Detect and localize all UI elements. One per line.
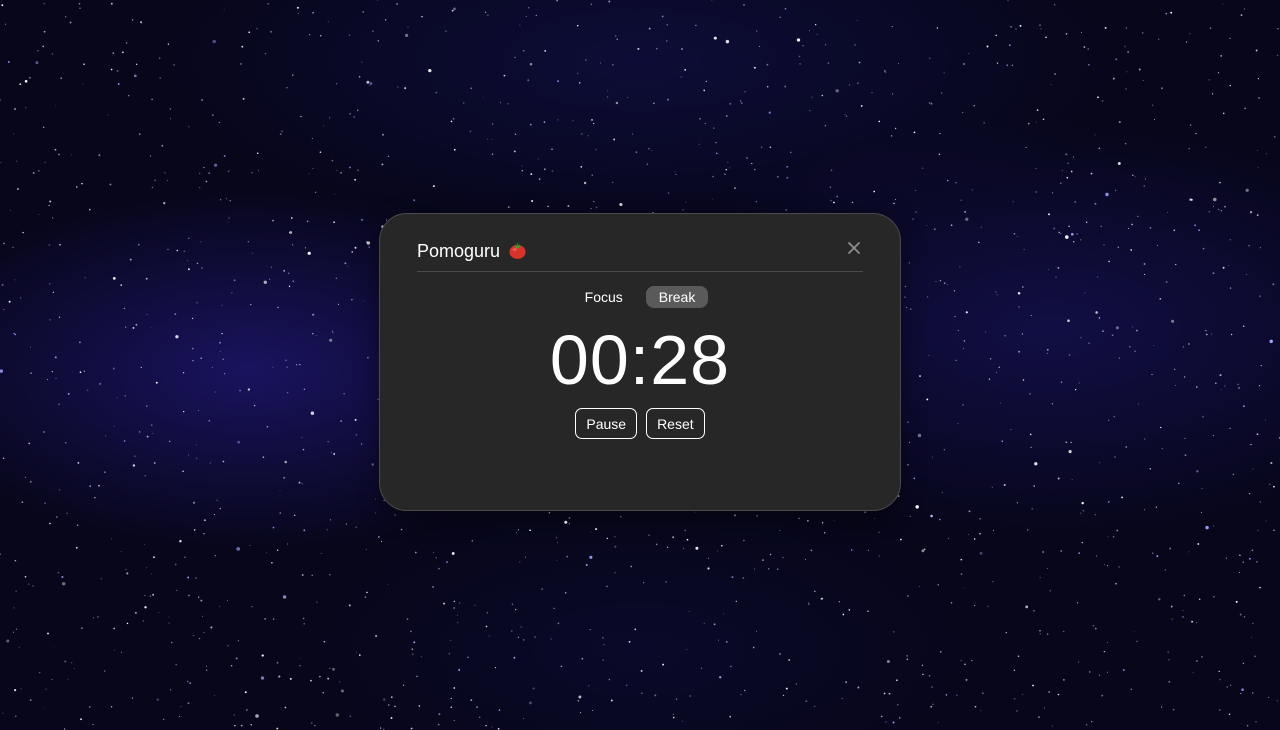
mode-tabs: Focus Break [380,286,900,308]
tomato-icon [509,242,526,259]
tab-focus[interactable]: Focus [572,286,636,308]
panel-header: Pomoguru [417,236,863,272]
app-title: Pomoguru [417,241,501,261]
pause-button[interactable]: Pause [575,408,638,439]
timer-controls: Pause Reset [380,408,900,439]
tab-break[interactable]: Break [645,286,709,308]
close-icon[interactable] [845,239,863,257]
pomodoro-panel: Pomoguru Focus Break 00:28 Pause Reset [379,213,901,511]
timer-display: 00:28 [549,321,731,399]
reset-button[interactable]: Reset [646,408,705,439]
